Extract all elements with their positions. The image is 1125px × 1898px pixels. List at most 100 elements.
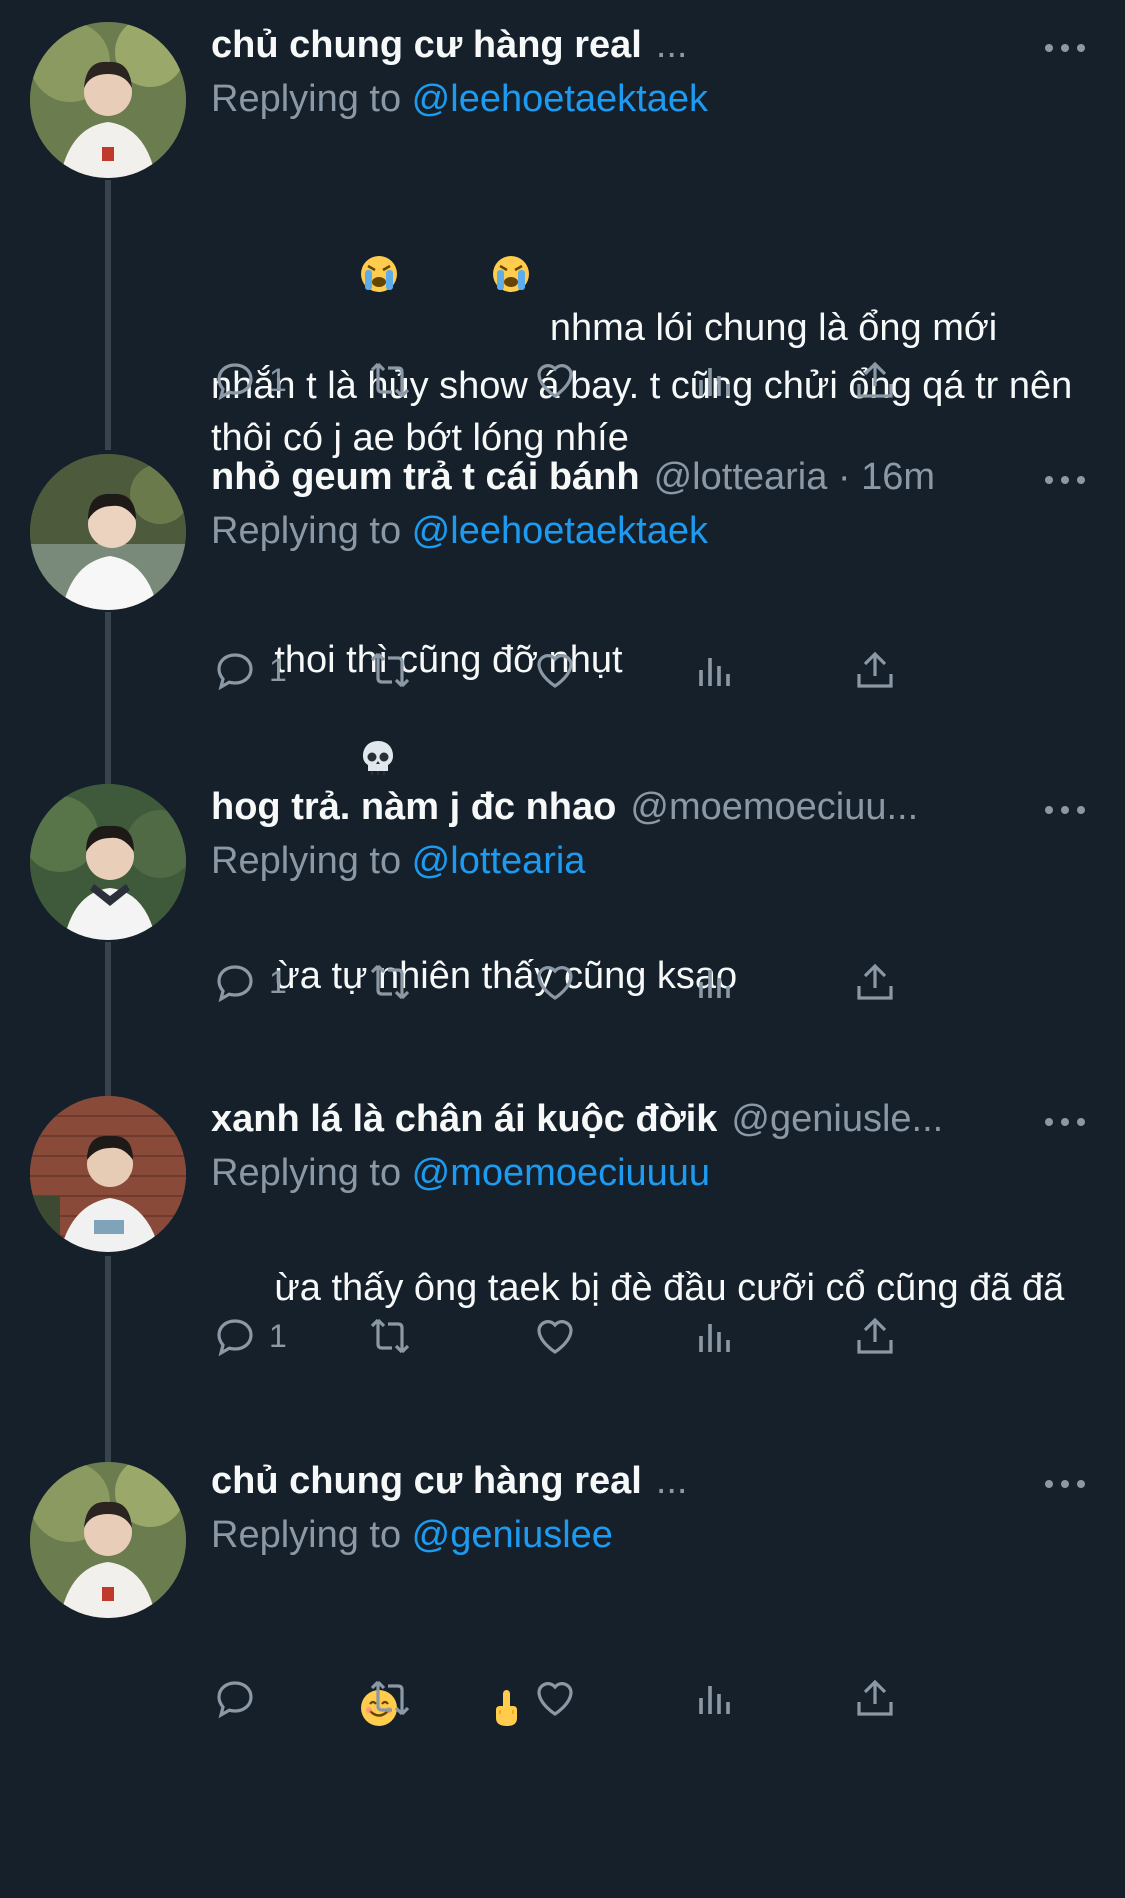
share-icon: [857, 963, 893, 1000]
like-icon: [537, 1682, 573, 1716]
reply-icon: [217, 363, 253, 401]
like-button[interactable]: [531, 1668, 579, 1728]
views-button[interactable]: [691, 952, 739, 1012]
like-icon: [537, 654, 573, 688]
more-icon[interactable]: [1045, 42, 1085, 54]
reply-button[interactable]: 1: [211, 350, 287, 410]
reply-icon: [217, 965, 253, 1003]
display-name[interactable]: xanh lá là chân ái kuộc đờik: [211, 1094, 717, 1144]
views-icon: [699, 368, 730, 396]
tweet-body: ừa thấy ông taek bị đè đầu cưỡi cổ cũng …: [274, 1267, 1065, 1309]
share-button[interactable]: [851, 1306, 899, 1366]
replying-to: Replying to @leehoetaektaek: [211, 74, 1085, 124]
tweet-text: [211, 1584, 1085, 1898]
tweet[interactable]: hog trả. nàm j đc nhao @moemoeciuu... Re…: [0, 762, 1125, 1072]
share-button[interactable]: [851, 952, 899, 1012]
handle[interactable]: ...: [656, 1456, 1085, 1506]
display-name[interactable]: hog trả. nàm j đc nhao: [211, 782, 616, 832]
like-button[interactable]: [531, 952, 579, 1012]
views-button[interactable]: [691, 1306, 739, 1366]
tweet[interactable]: xanh lá là chân ái kuộc đờik @geniusle..…: [0, 1074, 1125, 1434]
reply-count: 1: [269, 651, 287, 688]
share-button[interactable]: [851, 640, 899, 700]
retweet-icon: [370, 1318, 410, 1354]
more-icon[interactable]: [1045, 1478, 1085, 1490]
display-name[interactable]: nhỏ geum trả t cái bánh: [211, 452, 640, 502]
handle[interactable]: @geniusle...: [731, 1094, 1085, 1144]
retweet-icon: [370, 652, 410, 688]
display-name[interactable]: chủ chung cư hàng real: [211, 1456, 642, 1506]
replying-label: Replying to: [211, 510, 412, 552]
views-icon: [699, 1686, 730, 1714]
reply-count: 1: [269, 361, 287, 398]
action-bar: 1: [211, 640, 991, 700]
views-icon: [699, 658, 730, 686]
reply-button[interactable]: [211, 1668, 269, 1728]
action-bar: 1: [211, 952, 991, 1012]
views-button[interactable]: [691, 350, 739, 410]
avatar[interactable]: [30, 454, 186, 610]
like-icon: [537, 364, 573, 398]
mention-link[interactable]: @leehoetaektaek: [412, 510, 708, 552]
views-icon: [699, 970, 730, 998]
mention-link[interactable]: @geniuslee: [412, 1514, 613, 1556]
reply-icon: [217, 1681, 253, 1719]
tweet[interactable]: chủ chung cư hàng real ... Replying to @…: [0, 1436, 1125, 1766]
replying-label: Replying to: [211, 1152, 412, 1194]
replying-label: Replying to: [211, 78, 412, 120]
avatar[interactable]: [30, 784, 186, 940]
retweet-button[interactable]: [366, 1306, 414, 1366]
mention-link[interactable]: @moemoeciuuuu: [412, 1152, 710, 1194]
more-icon[interactable]: [1045, 474, 1085, 486]
handle[interactable]: ...: [656, 20, 1085, 70]
reply-count: 1: [269, 963, 287, 1000]
replying-to: Replying to @moemoeciuuuu: [211, 1148, 1085, 1198]
replying-to: Replying to @leehoetaektaek: [211, 506, 1085, 556]
like-button[interactable]: [531, 640, 579, 700]
tweet[interactable]: nhỏ geum trả t cái bánh @lottearia · 16m…: [0, 432, 1125, 775]
reply-button[interactable]: 1: [211, 640, 287, 700]
retweet-button[interactable]: [366, 1668, 414, 1728]
replying-to: Replying to @lottearia: [211, 836, 1085, 886]
replying-to: Replying to @geniuslee: [211, 1510, 1085, 1560]
retweet-button[interactable]: [366, 350, 414, 410]
share-button[interactable]: [851, 350, 899, 410]
action-bar: [211, 1668, 991, 1728]
share-icon: [857, 361, 893, 398]
like-button[interactable]: [531, 350, 579, 410]
action-bar: 1: [211, 350, 991, 410]
action-bar: 1: [211, 1306, 991, 1366]
retweet-icon: [370, 362, 410, 398]
reply-count: 1: [269, 1317, 287, 1354]
more-icon[interactable]: [1045, 1116, 1085, 1128]
share-icon: [857, 1317, 893, 1354]
handle[interactable]: @moemoeciuu...: [630, 782, 1085, 832]
like-button[interactable]: [531, 1306, 579, 1366]
like-icon: [537, 1320, 573, 1354]
reply-button[interactable]: 1: [211, 1306, 287, 1366]
views-icon: [699, 1324, 730, 1352]
reply-button[interactable]: 1: [211, 952, 287, 1012]
tweet[interactable]: chủ chung cư hàng real ... Replying to @…: [0, 0, 1125, 459]
retweet-button[interactable]: [366, 640, 414, 700]
retweet-icon: [370, 1680, 410, 1716]
mention-link[interactable]: @leehoetaektaek: [412, 78, 708, 120]
avatar[interactable]: [30, 1462, 186, 1618]
avatar[interactable]: [30, 22, 186, 178]
reply-icon: [217, 653, 253, 691]
more-icon[interactable]: [1045, 804, 1085, 816]
loudly-crying-face-icon: [274, 202, 398, 360]
avatar[interactable]: [30, 1096, 186, 1252]
handle[interactable]: @lottearia · 16m: [654, 452, 1085, 502]
share-icon: [857, 1679, 893, 1716]
share-button[interactable]: [851, 1668, 899, 1728]
views-button[interactable]: [691, 640, 739, 700]
retweet-button[interactable]: [366, 952, 414, 1012]
display-name[interactable]: chủ chung cư hàng real: [211, 20, 642, 70]
views-button[interactable]: [691, 1668, 739, 1728]
reply-icon: [217, 1319, 253, 1357]
replying-label: Replying to: [211, 840, 412, 882]
like-icon: [537, 966, 573, 1000]
loudly-crying-face-icon: [407, 202, 531, 360]
mention-link[interactable]: @lottearia: [412, 840, 586, 882]
